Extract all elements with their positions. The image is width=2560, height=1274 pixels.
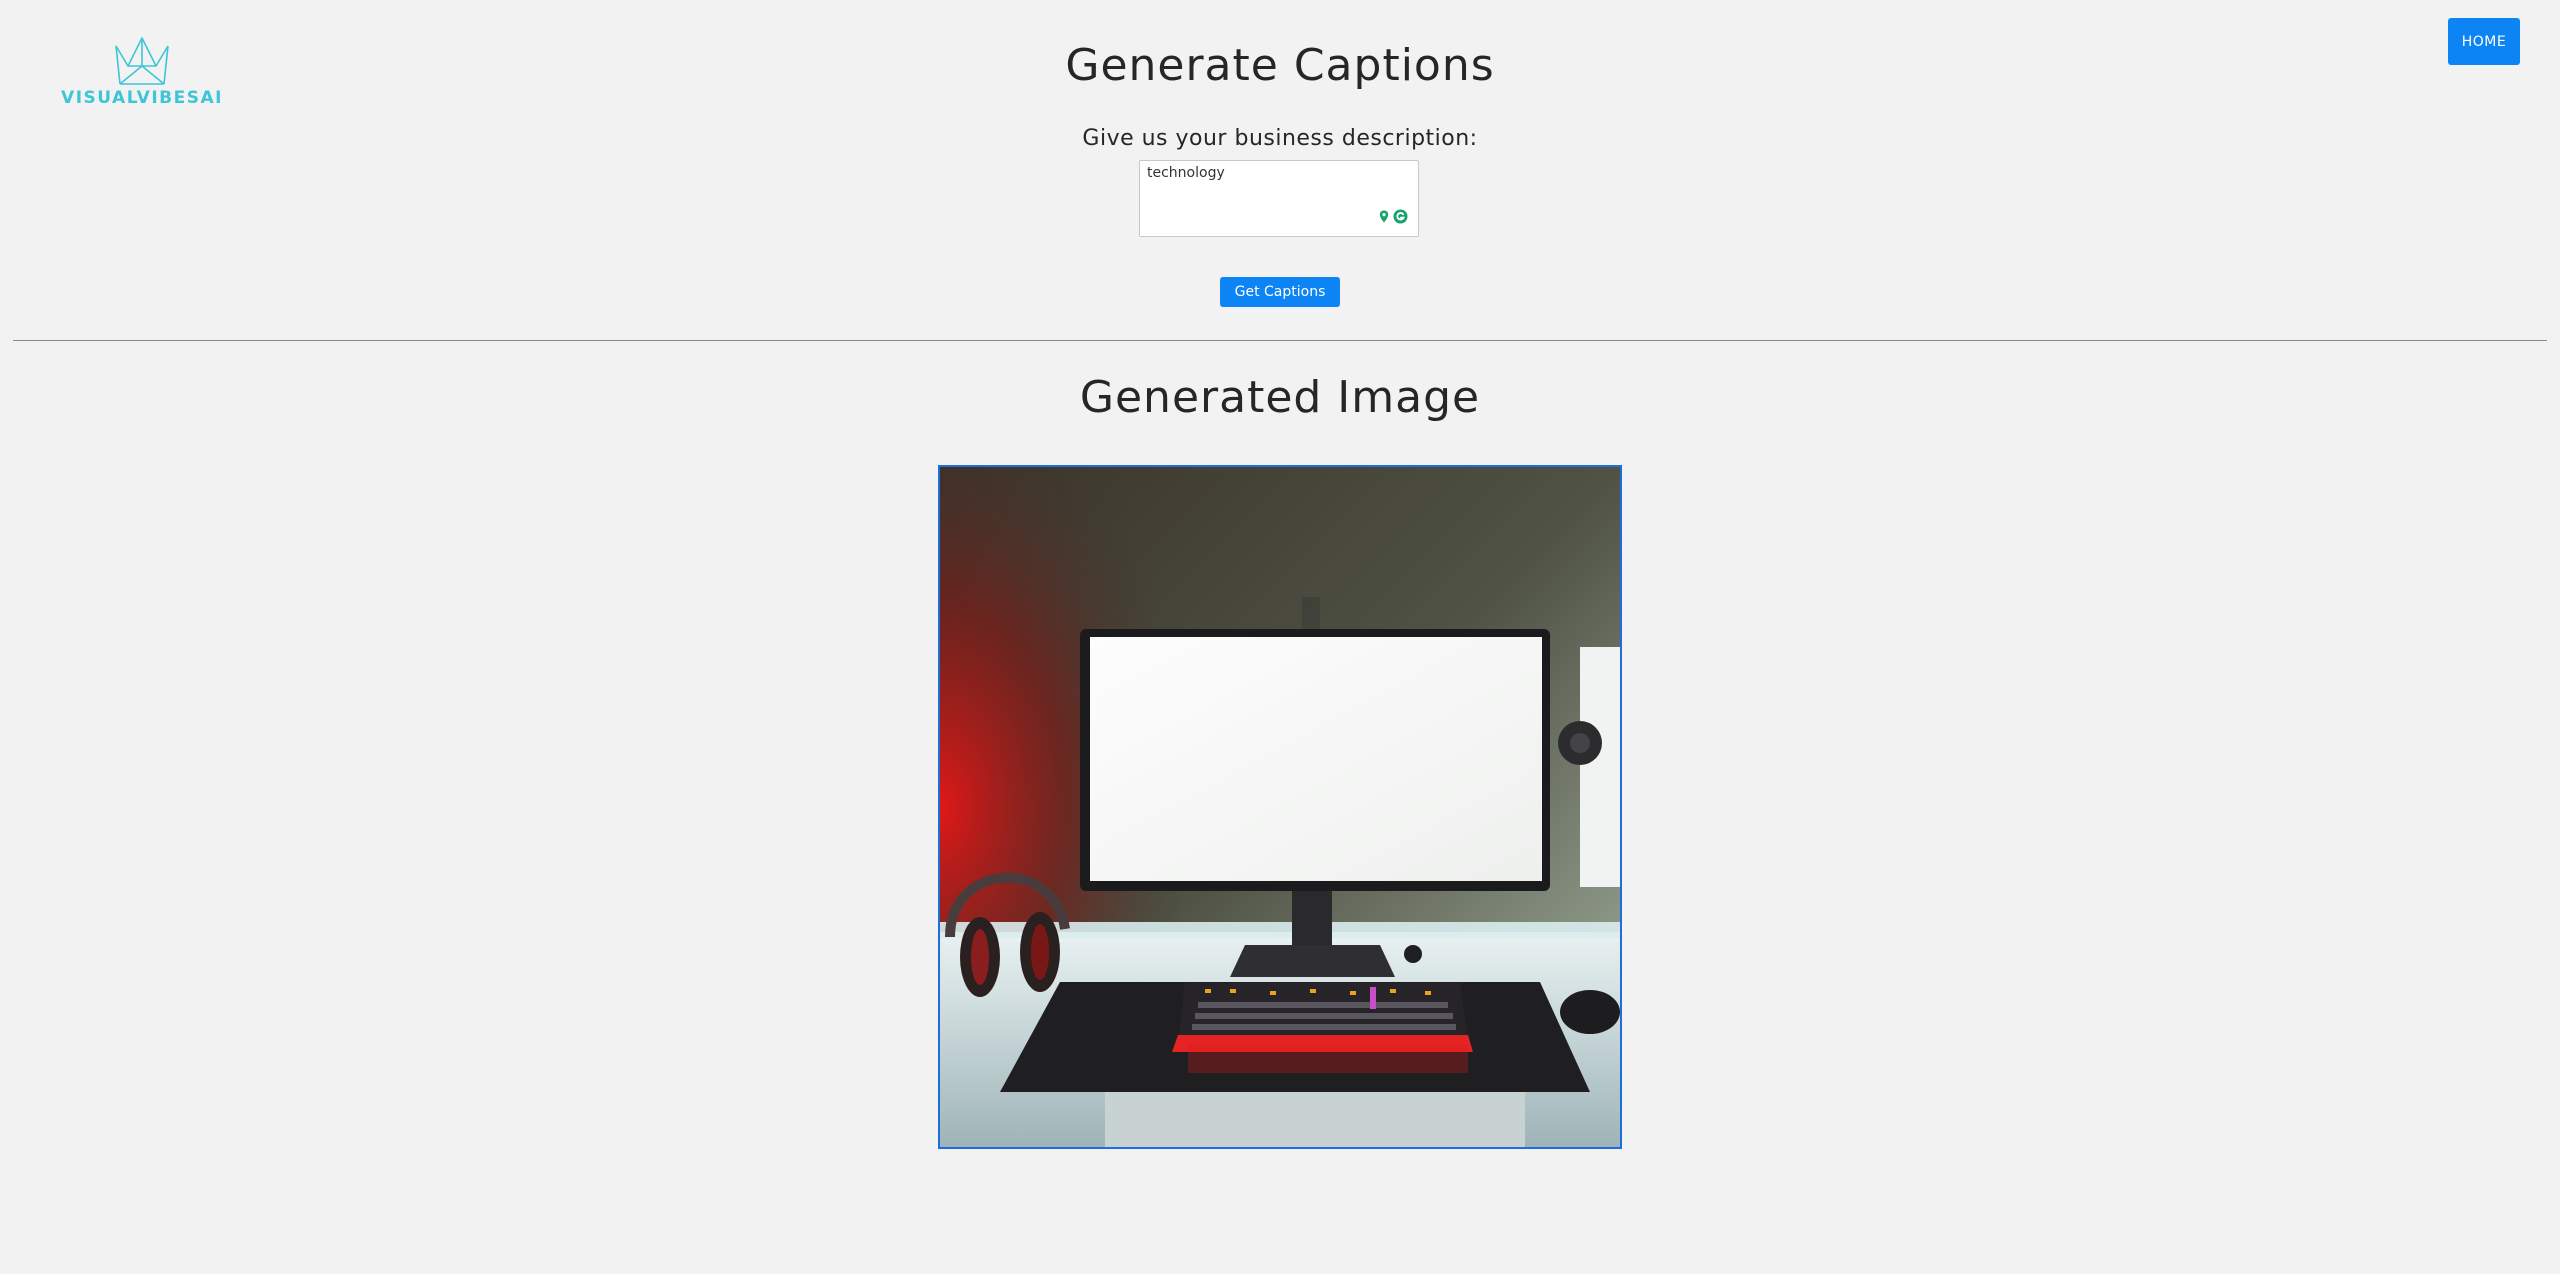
generated-image xyxy=(938,465,1622,1149)
page-title: Generate Captions xyxy=(1065,40,1495,91)
description-field[interactable]: technology xyxy=(1140,161,1418,236)
description-field-container: technology xyxy=(1139,160,1419,237)
grammarly-icon[interactable] xyxy=(1393,209,1408,224)
get-captions-button[interactable]: Get Captions xyxy=(1220,277,1340,307)
page: VISUALVIBESAI HOME Generate Captions Giv… xyxy=(0,0,2560,1274)
generated-image-title: Generated Image xyxy=(1079,372,1481,423)
description-label: Give us your business description: xyxy=(1082,126,1478,151)
location-pin-icon[interactable] xyxy=(1379,210,1389,223)
extension-icons xyxy=(1379,209,1408,224)
brand-name: VISUALVIBESAI xyxy=(61,88,223,108)
section-divider xyxy=(13,340,2547,341)
desk-setup-image xyxy=(940,467,1620,1147)
